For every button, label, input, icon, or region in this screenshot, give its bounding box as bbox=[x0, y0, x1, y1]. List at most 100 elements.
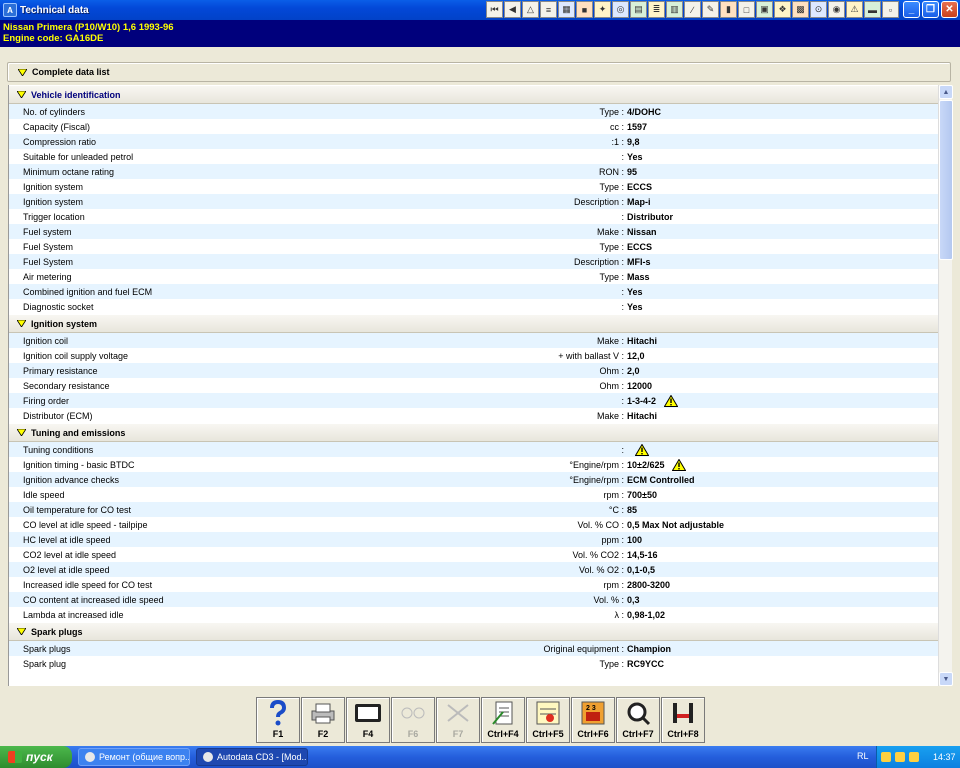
back-icon[interactable]: ◀ bbox=[504, 1, 521, 18]
fkey-f2-button[interactable]: F2 bbox=[301, 697, 345, 743]
table-row[interactable]: Tuning conditions: bbox=[9, 442, 938, 457]
table-row[interactable]: Spark plug Type : RC9YCC bbox=[9, 656, 938, 671]
brush-icon[interactable]: ∕ bbox=[684, 1, 701, 18]
table-row[interactable]: Ignition advance checks °Engine/rpm : ECM … bbox=[9, 472, 938, 487]
fkey-f4-button[interactable]: F4 bbox=[346, 697, 390, 743]
alert-icon[interactable]: ⚠ bbox=[846, 1, 863, 18]
table-row[interactable]: Trigger location: Distributor bbox=[9, 209, 938, 224]
table-row[interactable]: Secondary resistance Ohm :12000 bbox=[9, 378, 938, 393]
warning-icon[interactable] bbox=[663, 394, 679, 407]
table-row[interactable]: Spark plugs Original equipment : Champion bbox=[9, 641, 938, 656]
table-row[interactable]: Diagnostic socket: Yes bbox=[9, 299, 938, 314]
fkey-ctrl-f6-button[interactable]: 2 3 Ctrl+F6 bbox=[571, 697, 615, 743]
box-icon[interactable]: □ bbox=[738, 1, 755, 18]
fkey-ctrl-f4-button[interactable]: Ctrl+F4 bbox=[481, 697, 525, 743]
table-row[interactable]: Firing order:1-3-4-2 bbox=[9, 393, 938, 408]
table-row[interactable]: Ignition system Type : ECCS bbox=[9, 179, 938, 194]
scroll-up-arrow-icon[interactable]: ▲ bbox=[939, 85, 953, 99]
table-row[interactable]: Ignition system Description : Map-i bbox=[9, 194, 938, 209]
table-row[interactable]: Capacity (Fiscal) cc :1597 bbox=[9, 119, 938, 134]
table-row[interactable]: Idle speed rpm :700±50 bbox=[9, 487, 938, 502]
table-row[interactable]: HC level at idle speed ppm :100 bbox=[9, 532, 938, 547]
table-row[interactable]: Fuel System Type : ECCS bbox=[9, 239, 938, 254]
table-row[interactable]: Ignition coil Make : Hitachi bbox=[9, 333, 938, 348]
table-row[interactable]: O2 level at idle speed Vol. % O2 :0,1-0,5 bbox=[9, 562, 938, 577]
warning-icon[interactable]: △ bbox=[522, 1, 539, 18]
section-header[interactable]: Spark plugs bbox=[9, 622, 938, 641]
fkey-ctrl-f8-button[interactable]: Ctrl+F8 bbox=[661, 697, 705, 743]
table-row[interactable]: Air metering Type : Mass bbox=[9, 269, 938, 284]
row-value: 700±50 bbox=[627, 489, 657, 500]
taskbar-item-browser[interactable]: Ремонт (общие вопр... bbox=[78, 748, 190, 766]
fkey-ctrl-f5-button[interactable]: Ctrl+F5 bbox=[526, 697, 570, 743]
complete-data-list-header[interactable]: Complete data list bbox=[7, 62, 951, 82]
table-row[interactable]: Lambda at increased idle λ :0,98-1,02 bbox=[9, 607, 938, 622]
info-icon[interactable]: ▫ bbox=[882, 1, 899, 18]
row-value: 4/DOHC bbox=[627, 106, 662, 117]
close-button[interactable]: ✕ bbox=[941, 1, 958, 18]
table-row[interactable]: CO2 level at idle speed Vol. % CO2 :14,5-… bbox=[9, 547, 938, 562]
fkey-ctrl-f7-button[interactable]: Ctrl+F7 bbox=[616, 697, 660, 743]
warning-icon[interactable] bbox=[634, 443, 650, 456]
fkey-f1-button[interactable]: F1 bbox=[256, 697, 300, 743]
table-row[interactable]: Ignition coil supply voltage + with balla… bbox=[9, 348, 938, 363]
row-unit: RON : bbox=[598, 166, 624, 177]
table-row[interactable]: CO level at idle speed - tailpipe Vol. % … bbox=[9, 517, 938, 532]
car-icon[interactable]: ▬ bbox=[864, 1, 881, 18]
ignition-icon[interactable]: ✦ bbox=[594, 1, 611, 18]
row-unit: Vol. % CO2 : bbox=[572, 549, 624, 560]
table-row[interactable]: No. of cylinders Type :4/DOHC bbox=[9, 104, 938, 119]
scroll-down-arrow-icon[interactable]: ▼ bbox=[939, 672, 953, 686]
fkey-f6-button[interactable]: F6 bbox=[391, 697, 435, 743]
list-icon[interactable]: ≡ bbox=[540, 1, 557, 18]
table-row[interactable]: Increased idle speed for CO test rpm :280… bbox=[9, 577, 938, 592]
timing-icon[interactable]: ≣ bbox=[648, 1, 665, 18]
table-row[interactable]: Fuel system Make : Nissan bbox=[9, 224, 938, 239]
layout-icon[interactable]: ▤ bbox=[630, 1, 647, 18]
pencil-icon[interactable]: ✎ bbox=[702, 1, 719, 18]
disc-icon[interactable]: ◉ bbox=[828, 1, 845, 18]
gauge-icon[interactable]: ◎ bbox=[612, 1, 629, 18]
wheel-icon[interactable]: ⊙ bbox=[810, 1, 827, 18]
section-diamond-icon bbox=[17, 429, 26, 436]
taskbar-item-autodata[interactable]: Autodata CD3 - [Mod... bbox=[196, 748, 308, 766]
engine-icon: 2 3 bbox=[579, 700, 607, 726]
table-row[interactable]: Ignition timing - basic BTDC °Engine/rpm … bbox=[9, 457, 938, 472]
fkey-f7-button[interactable]: F7 bbox=[436, 697, 480, 743]
lift-icon[interactable]: ▥ bbox=[666, 1, 683, 18]
vertical-scrollbar[interactable]: ▲ ▼ bbox=[938, 85, 953, 686]
table-row[interactable]: Suitable for unleaded petrol: Yes bbox=[9, 149, 938, 164]
tray-network-icon[interactable] bbox=[895, 752, 905, 762]
chart-icon[interactable]: ▦ bbox=[558, 1, 575, 18]
first-record-icon[interactable]: ⏮ bbox=[486, 1, 503, 18]
warning-icon[interactable] bbox=[672, 458, 687, 471]
minimize-button[interactable]: _ bbox=[903, 1, 920, 18]
scrollbar-thumb[interactable] bbox=[939, 100, 953, 260]
repair-icon[interactable]: ▩ bbox=[792, 1, 809, 18]
language-indicator[interactable]: RL bbox=[857, 751, 869, 761]
engine-icon[interactable]: ■ bbox=[576, 1, 593, 18]
map-icon[interactable]: ▣ bbox=[756, 1, 773, 18]
battery-icon[interactable]: ▮ bbox=[720, 1, 737, 18]
row-value-cell bbox=[627, 443, 650, 456]
row-label: O2 level at idle speed bbox=[23, 564, 110, 575]
table-row[interactable]: Combined ignition and fuel ECM: Yes bbox=[9, 284, 938, 299]
table-row[interactable]: Oil temperature for CO test °C :85 bbox=[9, 502, 938, 517]
table-row[interactable]: Minimum octane rating RON :95 bbox=[9, 164, 938, 179]
restore-button[interactable]: ❐ bbox=[922, 1, 939, 18]
section-header[interactable]: Ignition system bbox=[9, 314, 938, 333]
table-row[interactable]: Compression ratio:1 :9,8 bbox=[9, 134, 938, 149]
section-header[interactable]: Vehicle identification bbox=[9, 85, 938, 104]
table-row[interactable]: Primary resistance Ohm :2,0 bbox=[9, 363, 938, 378]
svg-text:2 3: 2 3 bbox=[586, 705, 596, 712]
tray-shield-icon[interactable] bbox=[881, 752, 891, 762]
table-row[interactable]: CO content at increased idle speed Vol. %… bbox=[9, 592, 938, 607]
section-header[interactable]: Tuning and emissions bbox=[9, 423, 938, 442]
service-icon[interactable]: ❖ bbox=[774, 1, 791, 18]
table-row[interactable]: Distributor (ECM) Make : Hitachi bbox=[9, 408, 938, 423]
table-row[interactable]: Fuel System Description : MFI-s bbox=[9, 254, 938, 269]
tray-volume-icon[interactable] bbox=[909, 752, 919, 762]
engine-code: Engine code: GA16DE bbox=[3, 33, 104, 44]
start-button[interactable]: пуск bbox=[0, 746, 72, 768]
row-unit: Description : bbox=[573, 256, 624, 267]
